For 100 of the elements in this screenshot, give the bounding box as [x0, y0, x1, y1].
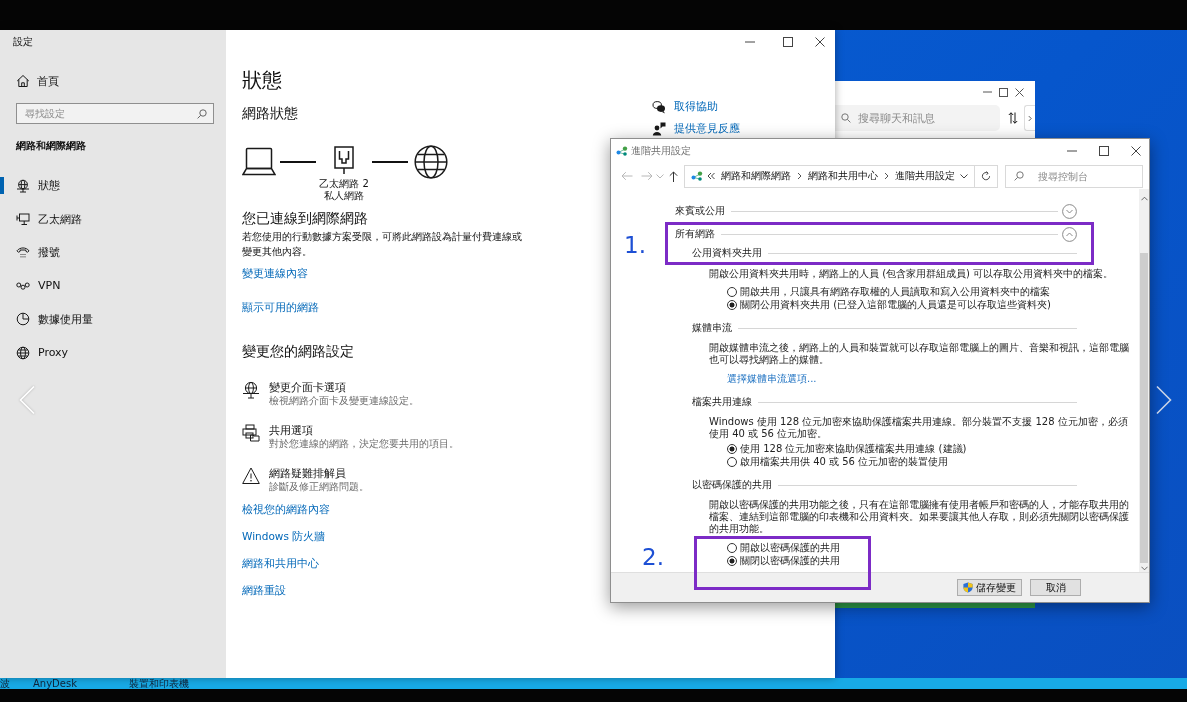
home-link[interactable]: 首頁 [16, 71, 59, 91]
radio-button[interactable] [727, 287, 737, 298]
breadcrumb-item[interactable]: 網路和共用中心 [808, 169, 878, 183]
close-icon[interactable] [1131, 146, 1141, 156]
section-description: 開啟以密碼保護的共用功能之後，只有在這部電腦擁有使用者帳戶和密碼的人，才能存取共用的檔案、連結到這部電腦的印表機和公用資料夾。如果要讓其他人存取，則必須先關閉以密碼保護的共用功能。 [709, 499, 1130, 535]
link[interactable]: 變更連線內容 [242, 265, 308, 281]
sidebar-item[interactable]: 狀態 [0, 169, 226, 203]
globe-icon [414, 145, 448, 179]
network-nodes-icon [691, 171, 703, 181]
window-title: 進階共用設定 [631, 144, 691, 158]
close-icon[interactable] [815, 37, 825, 47]
page-title: 狀態 [242, 67, 282, 93]
link[interactable]: 提供意見反應 [674, 122, 740, 136]
maximize-icon[interactable] [783, 37, 793, 47]
warning-icon [242, 467, 260, 485]
globe-monitor-icon [242, 381, 260, 399]
option-description: 診斷及修正網路問題。 [269, 480, 369, 493]
radio-label[interactable]: 開啟共用，只讓具有網路存取權的人員讀取和寫入公用資料夾中的檔案 [740, 286, 1050, 299]
chevron-right-icon [1028, 114, 1032, 122]
home-icon [16, 74, 30, 88]
radio-button[interactable] [727, 555, 737, 566]
caret-down-icon[interactable] [960, 173, 968, 179]
search-field[interactable]: 搜尋聊天和訊息 [835, 105, 1000, 131]
double-chevron-icon[interactable] [707, 172, 715, 180]
sidebar-item[interactable]: VPN [0, 269, 226, 303]
option-title[interactable]: 共用選項 [269, 424, 313, 437]
profile-header[interactable]: 所有網路 [675, 227, 715, 241]
person-icon [652, 122, 666, 136]
section-title: 媒體串流 [692, 321, 732, 335]
maximize-icon[interactable] [1099, 146, 1109, 156]
radio-button[interactable] [727, 299, 737, 310]
close-icon[interactable] [1015, 87, 1024, 97]
monitor-icon [16, 212, 30, 227]
section-heading: 變更您的網路設定 [242, 342, 354, 361]
connection-status: 您已連線到網際網路 [242, 209, 368, 228]
address-bar[interactable]: 網路和網際網路 網路和共用中心 進階共用設定 [684, 164, 975, 188]
up-arrow-icon[interactable] [669, 170, 678, 182]
section-description: 開啟媒體串流之後，網路上的人員和裝置就可以存取這部電腦上的圖片、音樂和視訊，這部電腦也可以尋找網路上的媒體。 [709, 342, 1130, 366]
maximize-icon[interactable] [999, 87, 1008, 97]
radio-label[interactable]: 開啟以密碼保護的共用 [740, 542, 840, 555]
adapter-name: 乙太網路 2 [319, 178, 369, 190]
refresh-button[interactable] [975, 164, 998, 188]
taskbar-item[interactable]: 波 [0, 678, 10, 689]
section-title: 檔案共用連線 [692, 395, 752, 409]
chevron-right-icon[interactable] [1155, 385, 1173, 415]
taskbar-item[interactable]: AnyDesk [33, 678, 77, 689]
chevron-right-icon [884, 172, 889, 180]
up-down-arrows-icon[interactable] [1008, 112, 1018, 124]
radio-label[interactable]: 關閉公用資料夾共用 (已登入這部電腦的人員還是可以存取這些資料夾) [740, 298, 1051, 311]
profile-header[interactable]: 來賓或公用 [675, 204, 725, 218]
window-title: 設定 [13, 35, 33, 49]
shield-icon [963, 582, 973, 593]
phone-icon [16, 245, 30, 260]
option-title[interactable]: 網路疑難排解員 [269, 467, 346, 480]
option-description: 對於您連線的網路，決定您要共用的項目。 [269, 437, 459, 450]
panel-toggle-button[interactable] [1024, 105, 1035, 131]
radio-button[interactable] [727, 444, 737, 455]
sidebar-item[interactable]: 乙太網路 [0, 202, 226, 236]
link[interactable]: 顯示可用的網路 [242, 299, 319, 315]
link[interactable]: 檢視您的網路內容 [242, 500, 330, 517]
sidebar-item[interactable]: 撥號 [0, 235, 226, 270]
ethernet-port-icon [334, 146, 354, 174]
save-button[interactable]: 儲存變更 [957, 579, 1022, 596]
annotation-number: 2. [642, 544, 664, 570]
radio-button[interactable] [727, 543, 737, 554]
section-heading: 網路狀態 [242, 104, 298, 123]
globe-icon [16, 345, 30, 360]
radio-button[interactable] [727, 456, 737, 467]
breadcrumb-item[interactable]: 網路和網際網路 [721, 169, 791, 183]
search-icon [197, 108, 207, 119]
taskbar-item[interactable]: 裝置和印表機 [128, 678, 189, 689]
link[interactable]: 網路和共用中心 [242, 554, 319, 571]
link[interactable]: 網路重設 [242, 581, 286, 598]
radio-label[interactable]: 關閉以密碼保護的共用 [740, 554, 840, 567]
globe-monitor-icon [16, 178, 30, 193]
scrollbar-thumb[interactable] [1140, 253, 1148, 563]
chevron-right-icon [797, 172, 802, 180]
pie-chart-icon [16, 312, 30, 327]
option-title[interactable]: 變更介面卡選項 [269, 381, 346, 394]
cancel-button[interactable]: 取消 [1030, 579, 1081, 596]
link[interactable]: 選擇媒體串流選項... [727, 373, 817, 385]
search-icon [841, 113, 851, 123]
sidebar-item[interactable]: 數據使用量 [0, 302, 226, 336]
radio-label[interactable]: 啟用檔案共用供 40 或 56 位元加密的裝置使用 [740, 455, 949, 468]
connection-line [280, 161, 316, 163]
annotation-number: 1. [624, 232, 646, 258]
link[interactable]: 取得協助 [674, 100, 718, 114]
search-field[interactable]: 尋找設定 [16, 103, 214, 124]
caret-up-icon[interactable] [1140, 196, 1148, 201]
network-profile: 私人網路 [324, 190, 364, 202]
section-heading: 網路和網際網路 [16, 139, 86, 153]
network-nodes-icon [616, 146, 628, 156]
laptop-icon [242, 147, 276, 177]
search-icon [1014, 171, 1024, 181]
radio-label[interactable]: 使用 128 位元加密來協助保護檔案共用連線 (建議) [740, 443, 967, 456]
section-description: Windows 使用 128 位元加密來協助保護檔案共用連線。部分裝置不支援 128 位元加密，必須使用 40 或 56 位元加密。 [709, 416, 1129, 440]
breadcrumb-item[interactable]: 進階共用設定 [895, 169, 955, 183]
link[interactable]: Windows 防火牆 [242, 527, 326, 544]
connection-line [372, 161, 408, 163]
sidebar-item[interactable]: Proxy [0, 335, 226, 370]
